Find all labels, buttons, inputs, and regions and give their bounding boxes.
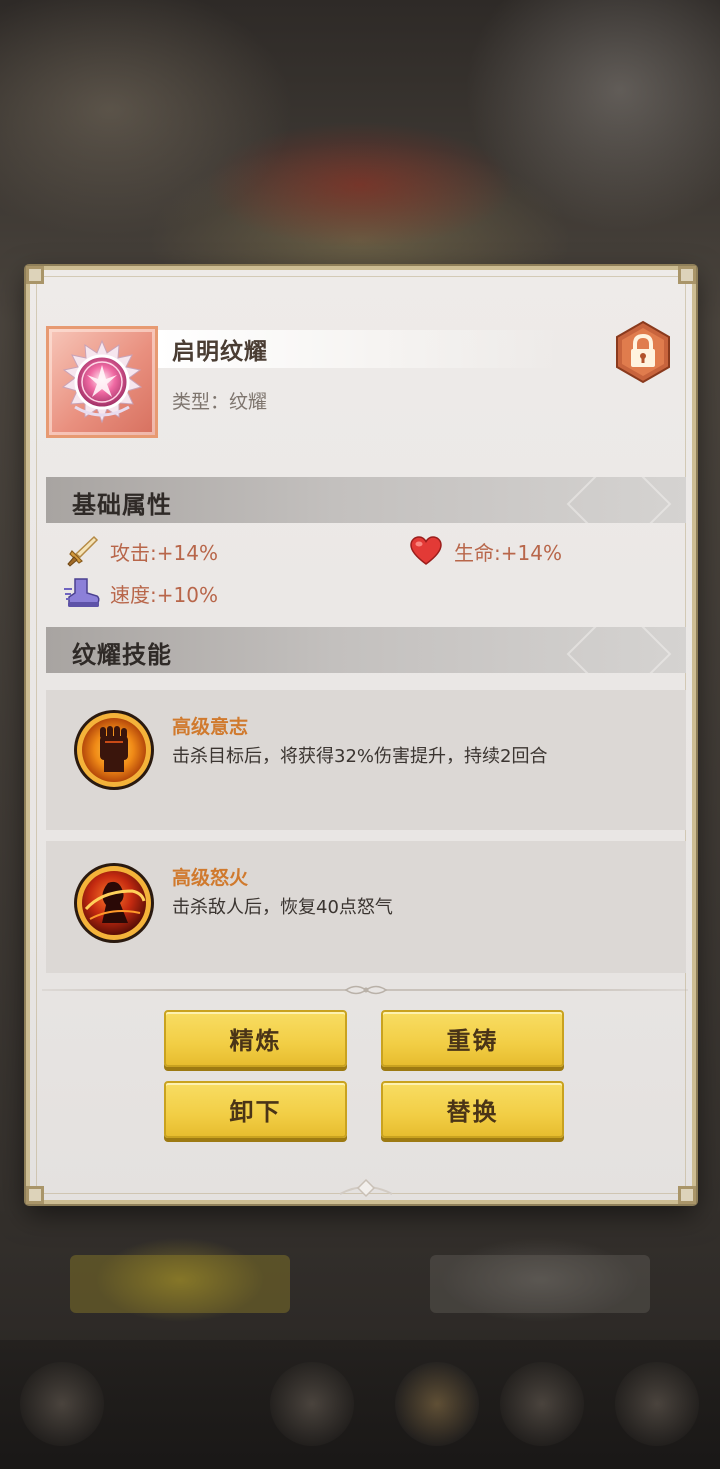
divider-ornament (344, 985, 388, 995)
item-icon-frame (46, 326, 158, 438)
background-bottom-nav (0, 1340, 720, 1469)
glyph-skills-header: 纹耀技能 (46, 627, 686, 673)
skill-card[interactable]: 高级怒火 击杀敌人后，恢复40点怒气 (46, 841, 686, 973)
glyph-emblem-icon (61, 339, 143, 424)
glyph-skills-title: 纹耀技能 (72, 641, 172, 669)
background-nav-icon (500, 1362, 584, 1446)
background-blurred-button (70, 1255, 290, 1313)
frame-corner (26, 266, 44, 284)
boot-icon (62, 576, 102, 610)
lock-button[interactable] (614, 320, 672, 384)
fist-icon (72, 708, 156, 792)
lock-icon (616, 320, 670, 384)
background-blurred-button (430, 1255, 650, 1313)
background-nav-icon (615, 1362, 699, 1446)
frame-corner (26, 1186, 44, 1204)
skill-description: 击杀敌人后，恢复40点怒气 (172, 897, 393, 918)
frame-corner (678, 1186, 696, 1204)
background-nav-icon (20, 1362, 104, 1446)
item-type: 类型：纹耀 (172, 391, 268, 413)
stat-attack: 攻击:+14% (62, 534, 218, 568)
flame-warrior-icon (72, 861, 156, 945)
bottom-ornament (339, 1178, 393, 1198)
refine-button[interactable]: 精炼 (164, 1010, 347, 1067)
skill-name: 高级怒火 (172, 867, 249, 889)
frame-corner (678, 266, 696, 284)
item-name: 启明纹耀 (172, 339, 268, 365)
unequip-button[interactable]: 卸下 (164, 1081, 347, 1138)
glyph-detail-panel: 启明纹耀 类型：纹耀 基础属性 攻击:+14% 生命:+14% 速度:+10% … (26, 266, 696, 1204)
replace-button[interactable]: 替换 (381, 1081, 564, 1138)
stat-label: 速度:+10% (110, 582, 218, 607)
sword-icon (62, 534, 102, 568)
base-attributes-header: 基础属性 (46, 477, 686, 523)
base-attributes-title: 基础属性 (72, 491, 172, 519)
skill-card[interactable]: 高级意志 击杀目标后，将获得32%伤害提升，持续2回合 (46, 690, 686, 830)
heart-icon (406, 534, 446, 568)
skill-name: 高级意志 (172, 716, 249, 738)
stat-label: 生命:+14% (454, 540, 562, 565)
stat-label: 攻击:+14% (110, 540, 218, 565)
stat-speed: 速度:+10% (62, 576, 218, 610)
skill-description: 击杀目标后，将获得32%伤害提升，持续2回合 (172, 746, 548, 767)
stat-hp: 生命:+14% (406, 534, 562, 568)
background-nav-icon (270, 1362, 354, 1446)
background-nav-icon (395, 1362, 479, 1446)
reforge-button[interactable]: 重铸 (381, 1010, 564, 1067)
